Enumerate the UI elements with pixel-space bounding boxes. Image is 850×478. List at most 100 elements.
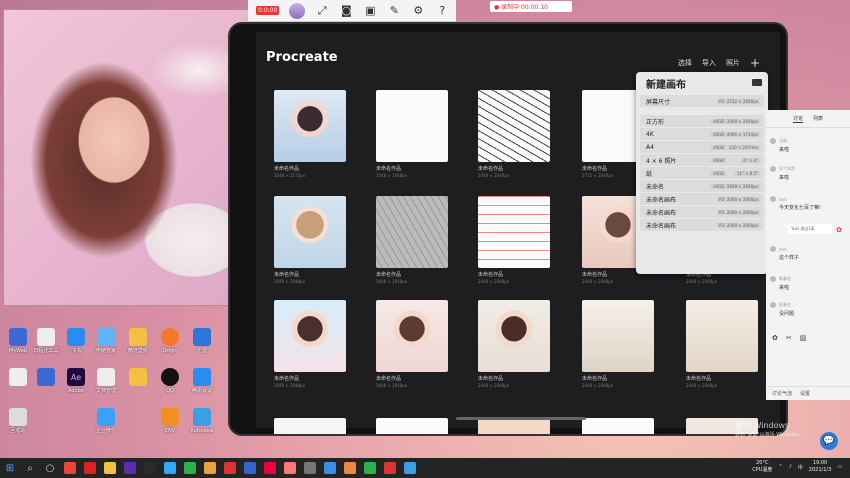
gift-icon[interactable]: ✿ xyxy=(836,226,842,234)
artwork-thumbnail[interactable] xyxy=(376,418,448,434)
artwork-thumbnail[interactable] xyxy=(478,196,550,268)
taskbar-app-icon[interactable] xyxy=(184,462,196,474)
clock[interactable]: 19:00 2021/1/3 xyxy=(809,460,831,474)
artwork-thumbnail[interactable] xyxy=(274,418,346,434)
taskbar-app-icon[interactable] xyxy=(204,462,216,474)
taskbar-app-icon[interactable] xyxy=(164,462,176,474)
canvas-preset-row[interactable]: 未命名 sRGB 2048 × 2048px xyxy=(640,180,764,192)
canvas-preset-row[interactable]: 屏幕尺寸 P3 2732 × 2048px xyxy=(640,95,764,107)
photo-viewer-image[interactable] xyxy=(3,9,258,306)
image-icon[interactable]: ▨ xyxy=(800,334,807,342)
taskbar-app-icon[interactable] xyxy=(264,462,276,474)
discuss-bubble-button[interactable]: 讨论气泡 xyxy=(772,390,792,397)
photo-button[interactable]: 照片 xyxy=(726,58,740,68)
pen-icon[interactable]: ✎ xyxy=(387,4,401,18)
desktop-icon[interactable]: Ae Adobe xyxy=(60,368,92,394)
desktop-icon[interactable]: QQ xyxy=(154,368,186,394)
flower-icon[interactable]: ✿ xyxy=(772,334,778,342)
taskbar-app-icon[interactable] xyxy=(84,462,96,474)
taskbar-app-icon[interactable] xyxy=(244,462,256,474)
folder-icon[interactable] xyxy=(752,79,762,86)
artwork-thumbnail[interactable] xyxy=(376,90,448,162)
canvas-preset-row[interactable]: 4 × 6 照片 sRGB 6" × 4" xyxy=(640,154,764,166)
avatar-icon[interactable] xyxy=(289,2,306,19)
desktop-icon[interactable] xyxy=(122,368,154,386)
canvas-preset-row[interactable]: 未命名画布 P3 2000 × 2000px xyxy=(640,219,764,231)
artwork-thumbnail[interactable] xyxy=(478,90,550,162)
desktop-icon[interactable]: Autodesk xyxy=(186,408,218,434)
artwork-thumbnail[interactable] xyxy=(376,196,448,268)
expand-icon[interactable]: ⤢ xyxy=(315,4,329,18)
help-icon[interactable]: ? xyxy=(435,4,449,18)
artwork-thumbnail[interactable] xyxy=(478,300,550,372)
chat-bubble-icon[interactable]: 💬 xyxy=(820,432,838,450)
search-icon[interactable]: ⌕ xyxy=(20,458,40,478)
taskbar-app-icon[interactable] xyxy=(144,462,156,474)
desktop-icon[interactable]: 飞书 xyxy=(60,328,92,354)
artwork-tile[interactable]: 未命名作品2048 × 2048px xyxy=(376,196,448,284)
artwork-thumbnail[interactable] xyxy=(274,196,346,268)
desktop-icon[interactable]: 日程化工具 xyxy=(30,328,62,354)
artwork-tile[interactable] xyxy=(274,418,346,434)
artwork-tile[interactable]: 未命名作品2048 × 2048px xyxy=(274,300,346,388)
volume-icon[interactable]: ♪ xyxy=(789,464,792,470)
taskbar-app-icon[interactable] xyxy=(304,462,316,474)
canvas-preset-row[interactable]: 未命名画布 P3 2000 × 2000px xyxy=(640,193,764,205)
taskbar-app-icon[interactable] xyxy=(284,462,296,474)
settings-button[interactable]: 设置 xyxy=(800,390,810,397)
artwork-tile[interactable] xyxy=(582,418,654,434)
taskbar-app-icon[interactable] xyxy=(224,462,236,474)
settings-icon[interactable]: ⚙ xyxy=(411,4,425,18)
taskbar-app-icon[interactable] xyxy=(104,462,116,474)
artwork-tile[interactable] xyxy=(478,418,550,434)
artwork-thumbnail[interactable] xyxy=(478,418,550,434)
scissors-icon[interactable]: ✂ xyxy=(786,334,792,342)
desktop-icon[interactable]: 文档管理 xyxy=(90,368,122,394)
tab-discuss[interactable]: 讨论 xyxy=(792,115,803,123)
desktop-icon[interactable]: 回收站 xyxy=(2,408,34,434)
desktop-icon[interactable]: Origin xyxy=(154,328,186,354)
taskbar-app-icon[interactable] xyxy=(64,462,76,474)
artwork-thumbnail[interactable] xyxy=(582,300,654,372)
ime-indicator[interactable]: 中 xyxy=(798,464,803,471)
artwork-tile[interactable]: 未命名作品2048 × 2048px xyxy=(478,300,550,388)
desktop-icon[interactable] xyxy=(30,368,62,386)
select-button[interactable]: 选择 xyxy=(678,58,692,68)
tab-list[interactable]: 列表 xyxy=(813,115,823,122)
artwork-thumbnail[interactable] xyxy=(582,418,654,434)
artwork-thumbnail[interactable] xyxy=(274,300,346,372)
taskbar-app-icon[interactable] xyxy=(344,462,356,474)
network-icon[interactable]: ⌃ xyxy=(778,464,782,470)
artwork-tile[interactable]: 未命名作品2048 × 2048px xyxy=(376,300,448,388)
canvas-preset-row[interactable]: A4 sRGB 210 × 297mm xyxy=(640,141,764,153)
artwork-thumbnail[interactable] xyxy=(274,90,346,162)
weather-readout[interactable]: 20°C CPU温度 xyxy=(752,460,772,474)
artwork-thumbnail[interactable] xyxy=(376,300,448,372)
taskbar-app-icon[interactable] xyxy=(364,462,376,474)
taskbar-app-icon[interactable] xyxy=(404,462,416,474)
taskbar-app-icon[interactable] xyxy=(384,462,396,474)
canvas-preset-row[interactable]: 4K sRGB 4096 × 1714px xyxy=(640,128,764,140)
new-canvas-button[interactable]: + xyxy=(750,56,760,70)
notification-icon[interactable]: ▭ xyxy=(837,464,842,470)
canvas-preset-row[interactable]: 正方形 sRGB 2048 × 2048px xyxy=(640,115,764,127)
artwork-tile[interactable]: 未命名作品2048 × 2048px xyxy=(686,300,758,388)
canvas-preset-row[interactable]: 未命名画布 P3 2000 × 2000px xyxy=(640,206,764,218)
artwork-tile[interactable]: 未命名作品 2048 × 2174px xyxy=(274,90,346,178)
recording-timer[interactable]: ● 录制中 00:00:10 xyxy=(490,1,572,12)
canvas-preset-row[interactable]: 纸 sRGB 11" × 8.5" xyxy=(640,167,764,179)
taskbar-app-icon[interactable] xyxy=(124,462,136,474)
desktop-icon[interactable]: ENV xyxy=(154,408,186,434)
desktop-icon[interactable]: 精选壁纸 xyxy=(122,328,154,354)
camera-icon[interactable]: ◙ xyxy=(339,4,353,18)
desktop-icon[interactable]: 企业微信 xyxy=(90,408,122,434)
artwork-tile[interactable] xyxy=(376,418,448,434)
artwork-thumbnail[interactable] xyxy=(686,300,758,372)
artwork-tile[interactable]: 未命名作品2048 × 2048px xyxy=(478,196,550,284)
artwork-tile[interactable]: 未命名作品2048 × 2048px xyxy=(582,300,654,388)
record-icon[interactable]: ▣ xyxy=(363,4,377,18)
task-view-icon[interactable]: ○ xyxy=(40,458,60,478)
import-button[interactable]: 导入 xyxy=(702,58,716,68)
desktop-icon[interactable]: 电脑管家 xyxy=(90,328,122,354)
taskbar-app-icon[interactable] xyxy=(324,462,336,474)
